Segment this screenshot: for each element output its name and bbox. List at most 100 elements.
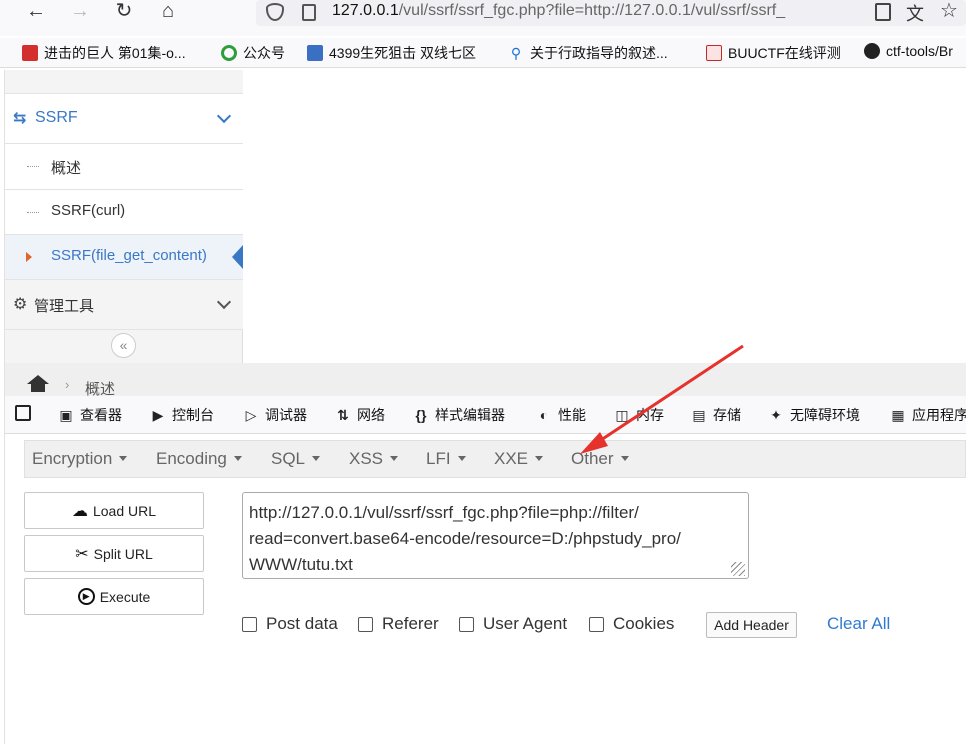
button-label: Split URL: [93, 545, 153, 562]
add-header-button[interactable]: Add Header: [706, 612, 797, 638]
reload-icon[interactable]: ↻: [108, 0, 140, 24]
post-data-checkbox[interactable]: Post data: [242, 614, 338, 634]
tab-debugger[interactable]: ▷ 调试器: [242, 405, 307, 425]
element-picker-icon[interactable]: [15, 405, 36, 421]
bookmark-item[interactable]: ctf-tools/Br: [864, 43, 953, 59]
bookmark-label: 关于行政指导的叙述...: [530, 45, 668, 61]
chevron-down-icon: [216, 294, 232, 310]
bookmark-item[interactable]: ⚲ 关于行政指导的叙述...: [508, 43, 668, 63]
bookmark-favicon: [706, 45, 722, 61]
user-agent-checkbox[interactable]: User Agent: [459, 614, 567, 634]
sidebar-item-label: SSRF(file_get_content): [51, 247, 207, 264]
tab-label: 网络: [357, 407, 385, 423]
scissors-icon: ✂: [75, 545, 89, 563]
breadcrumb: › 概述: [5, 363, 966, 398]
url-host: 127.0.0.1: [332, 2, 399, 19]
page-icon: [302, 4, 316, 21]
menu-encryption[interactable]: Encryption: [32, 449, 127, 469]
bookmark-item[interactable]: BUUCTF在线评测: [706, 43, 841, 63]
caret-right-icon: [26, 252, 32, 262]
checkbox-label: Referer: [382, 614, 439, 633]
clear-all-link[interactable]: Clear All: [827, 614, 890, 634]
tab-network[interactable]: ⇅ 网络: [334, 405, 385, 425]
reader-view-icon[interactable]: [875, 3, 891, 21]
menu-xxe[interactable]: XXE: [494, 449, 543, 469]
tab-application[interactable]: ▦ 应用程序: [889, 405, 966, 425]
checkbox-label: Cookies: [613, 614, 675, 633]
star-icon[interactable]: ☆: [940, 0, 958, 23]
sidebar-item-label: SSRF(curl): [51, 202, 126, 219]
shield-icon: [266, 3, 284, 21]
console-icon: ▶: [152, 407, 164, 423]
breadcrumb-separator: ›: [65, 377, 70, 392]
tab-inspector[interactable]: ▣ 查看器: [57, 405, 122, 425]
play-icon: ▶: [77, 588, 95, 605]
translate-icon[interactable]: 文: [906, 0, 924, 26]
resize-handle[interactable]: [731, 562, 745, 576]
checkbox[interactable]: [242, 616, 257, 632]
checkbox[interactable]: [358, 616, 373, 632]
sidebar-item-overview[interactable]: 概述: [5, 144, 243, 190]
load-url-button[interactable]: ☁ Load URL: [24, 492, 204, 529]
url-text: 127.0.0.1/vul/ssrf/ssrf_fgc.php?file=htt…: [332, 2, 785, 20]
url-textarea[interactable]: http://127.0.0.1/vul/ssrf/ssrf_fgc.php?f…: [242, 492, 749, 579]
sidebar-group-ssrf[interactable]: ⇆ SSRF: [5, 94, 243, 144]
inspector-icon: ▣: [59, 407, 73, 423]
checkbox[interactable]: [459, 616, 474, 632]
cookies-checkbox[interactable]: Cookies: [589, 614, 674, 634]
sidebar-item-ssrf-fgc[interactable]: SSRF(file_get_content): [5, 235, 243, 280]
braces-icon: {}: [415, 407, 427, 423]
menu-encoding[interactable]: Encoding: [156, 449, 242, 469]
menu-lfi[interactable]: LFI: [426, 449, 466, 469]
annotation-arrow: [580, 344, 744, 454]
sidebar-cut-row: [5, 70, 243, 94]
sidebar-group-admin[interactable]: ⚙ 管理工具: [5, 280, 243, 330]
checkbox-label: Post data: [266, 614, 338, 633]
referer-checkbox[interactable]: Referer: [358, 614, 439, 634]
active-indicator: [232, 245, 243, 269]
exchange-icon: ⇆: [13, 110, 27, 127]
menu-sql[interactable]: SQL: [271, 449, 320, 469]
home-icon-base: [31, 384, 45, 392]
sidebar-item-ssrf-curl[interactable]: SSRF(curl): [5, 190, 243, 235]
bookmark-favicon: [221, 45, 237, 61]
address-bar[interactable]: 127.0.0.1/vul/ssrf/ssrf_fgc.php?file=htt…: [256, 0, 966, 26]
bookmark-item[interactable]: 公众号: [221, 43, 285, 63]
tree-line: [27, 212, 39, 213]
chevron-down-icon: [216, 108, 232, 124]
home-icon[interactable]: [27, 375, 49, 384]
tab-label: 控制台: [172, 407, 214, 423]
sidebar-item-label: 概述: [51, 160, 82, 177]
back-icon[interactable]: ←: [20, 0, 52, 24]
menu-xss[interactable]: XSS: [349, 449, 398, 469]
home-icon[interactable]: ⌂: [152, 0, 184, 24]
sidebar: ⇆ SSRF 概述 SSRF(curl) SSRF(file_get_conte…: [5, 70, 243, 363]
tab-console[interactable]: ▶ 控制台: [149, 405, 214, 425]
browser-toolbar: ← → ↻ ⌂ 127.0.0.1/vul/ssrf/ssrf_fgc.php?…: [0, 0, 966, 36]
tab-label: 样式编辑器: [435, 407, 505, 423]
execute-button[interactable]: ▶ Execute: [24, 578, 204, 615]
network-icon: ⇅: [337, 407, 349, 423]
collapse-sidebar-button[interactable]: «: [111, 333, 136, 358]
bookmarks-bar: 进击的巨人 第01集-o... 公众号 4399生死狙击 双线七区 ⚲ 关于行政指…: [0, 38, 966, 68]
checkbox[interactable]: [589, 616, 604, 632]
split-url-button[interactable]: ✂ Split URL: [24, 535, 204, 572]
tree-line: [27, 166, 39, 167]
button-label: Execute: [99, 588, 151, 605]
button-label: Load URL: [92, 502, 157, 519]
search-icon: ⚲: [510, 45, 522, 61]
hackbar-menu: Encryption Encoding SQL XSS LFI XXE Othe…: [24, 440, 966, 478]
bookmark-label: 进击的巨人 第01集-o...: [44, 45, 186, 61]
tab-accessibility[interactable]: ✦ 无障碍环境: [767, 405, 860, 425]
bookmark-item[interactable]: 进击的巨人 第01集-o...: [22, 43, 186, 63]
tab-style-editor[interactable]: {} 样式编辑器: [412, 405, 505, 425]
forward-icon[interactable]: →: [64, 0, 96, 24]
gear-icon: ⚙: [13, 296, 28, 313]
bookmark-label: 公众号: [243, 45, 285, 61]
gauge-icon: ◐: [539, 407, 549, 423]
bookmark-item[interactable]: 4399生死狙击 双线七区: [307, 43, 476, 63]
bookmark-label: ctf-tools/Br: [886, 43, 953, 59]
accessibility-icon: ✦: [770, 407, 782, 423]
tab-label: 无障碍环境: [790, 407, 860, 423]
checkbox-label: User Agent: [483, 614, 568, 633]
